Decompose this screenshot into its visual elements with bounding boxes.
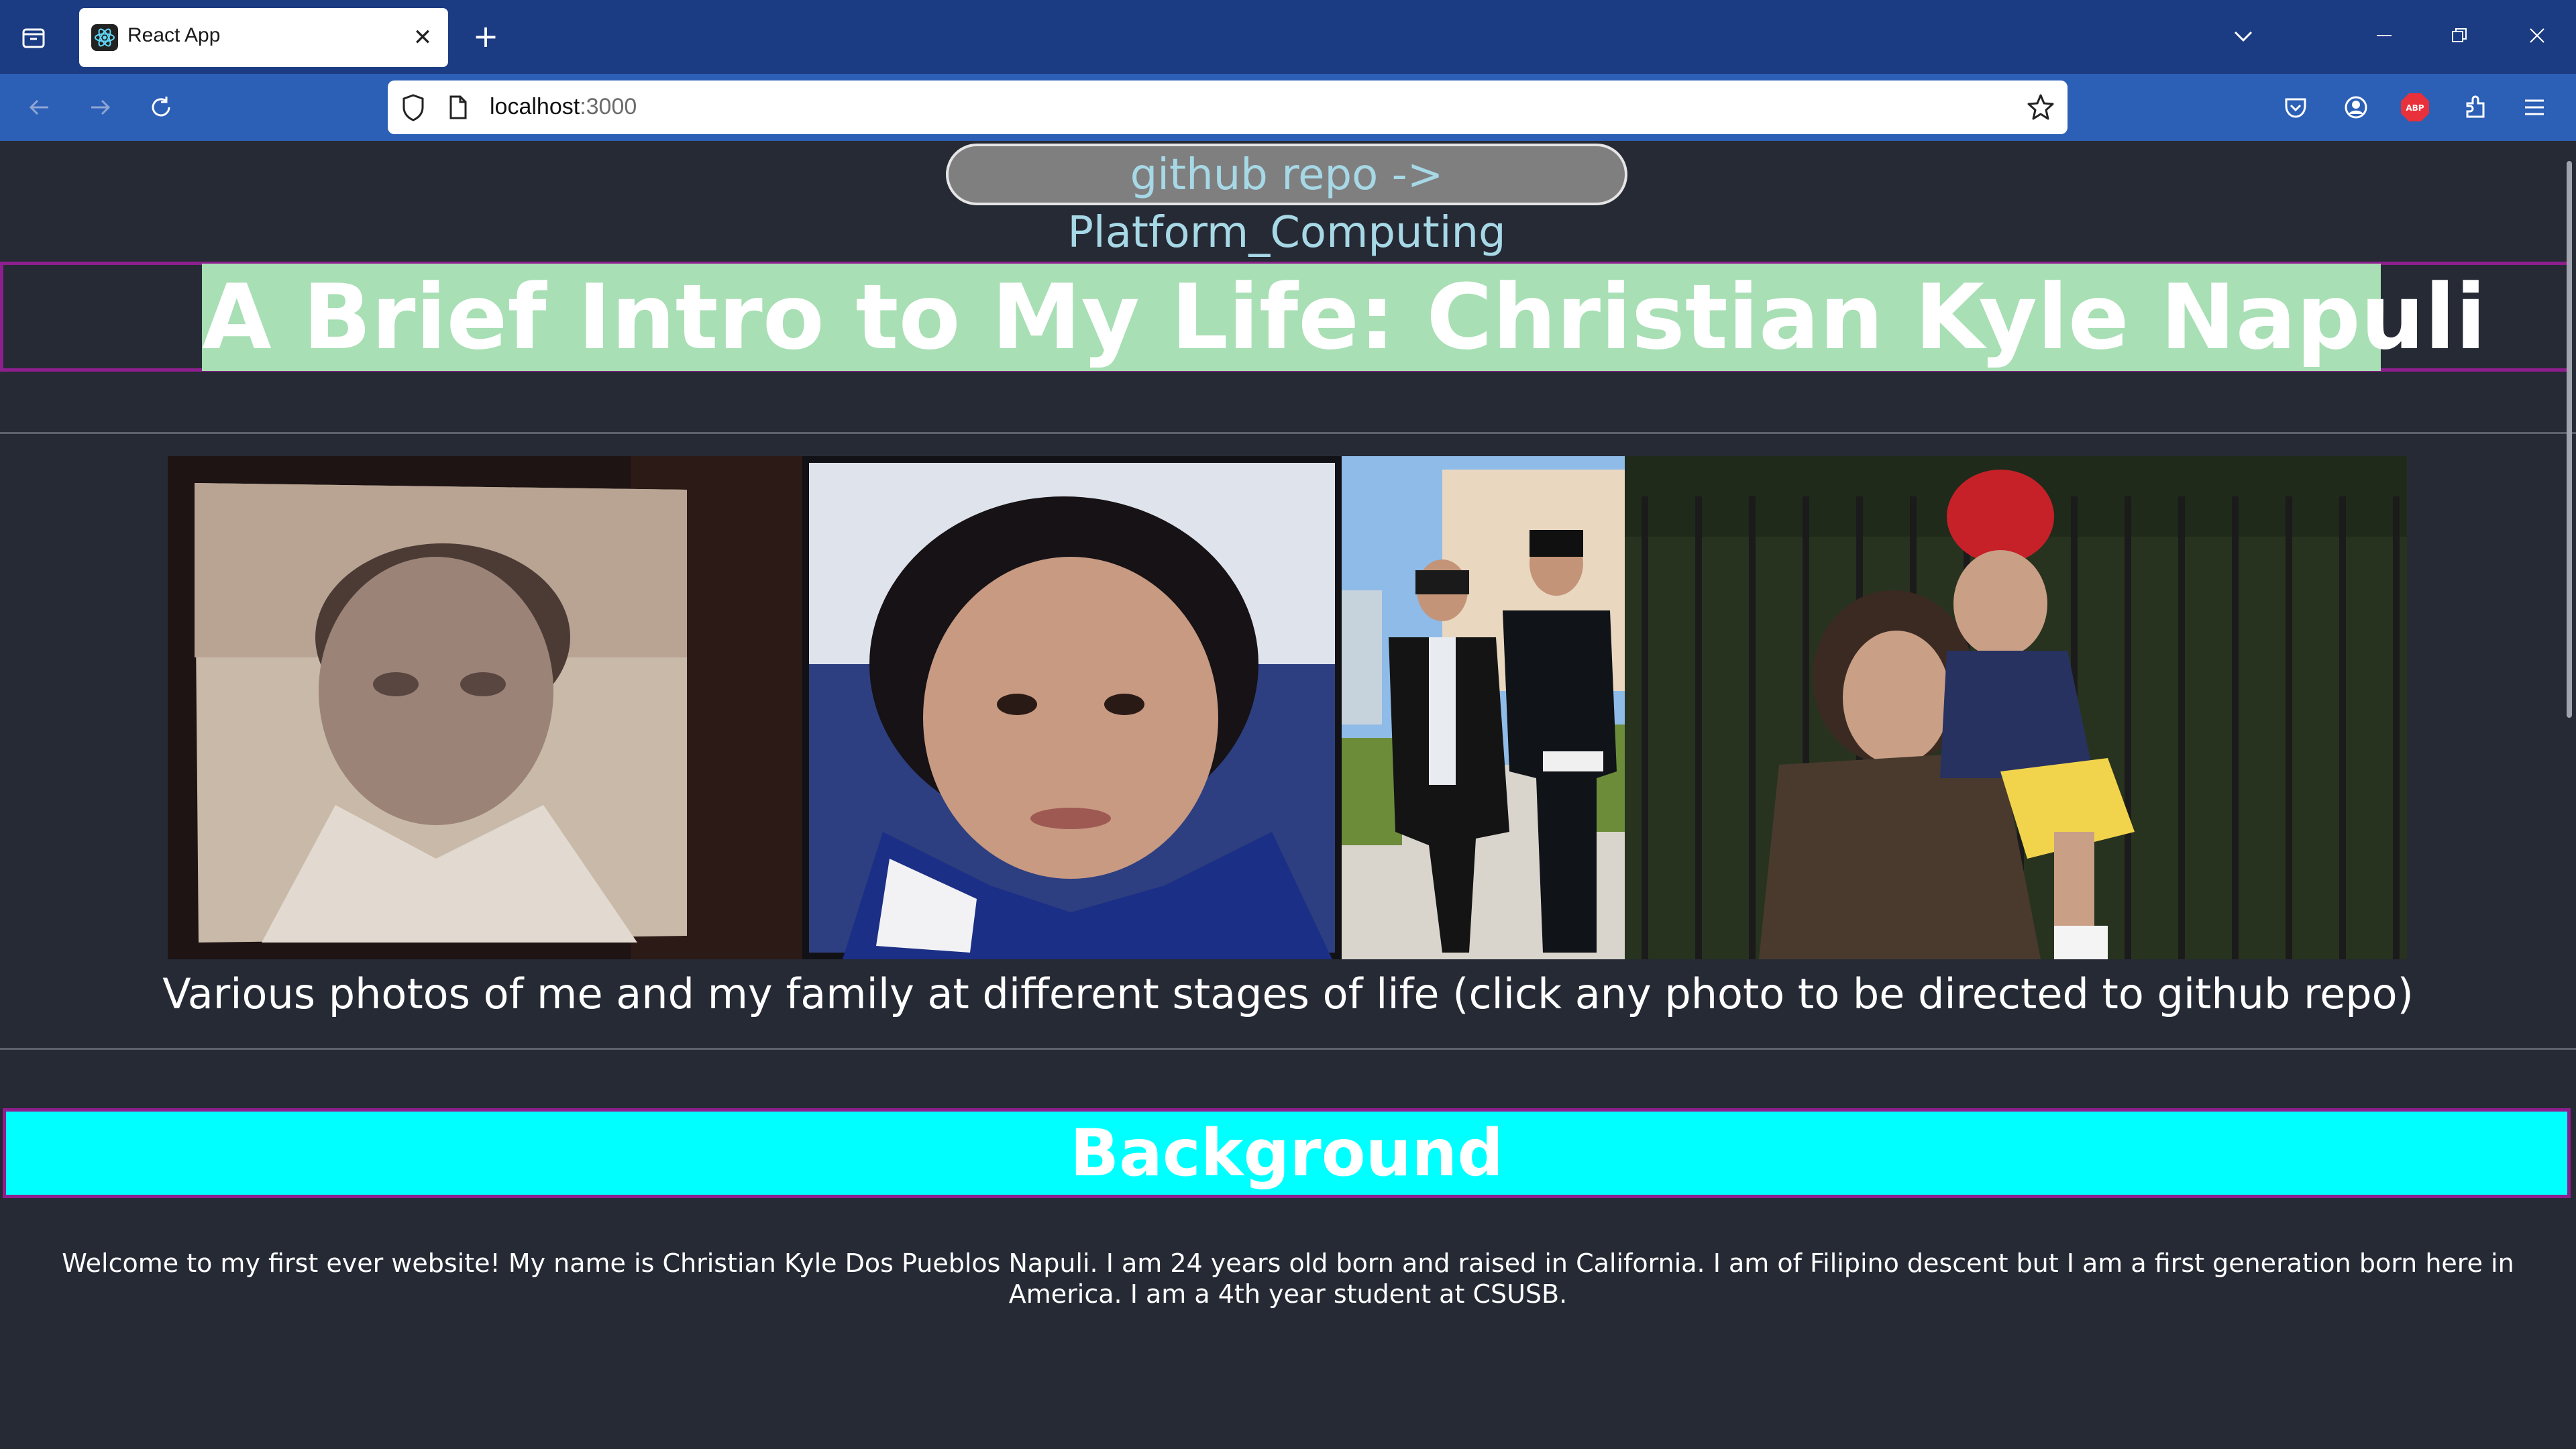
forward-arrow-icon[interactable]: [82, 89, 119, 126]
photo-childhood-sepia[interactable]: [168, 456, 802, 959]
tab-title: React App: [127, 24, 221, 46]
title-banner: A Brief Intro to My Life: Christian Kyle…: [0, 262, 2571, 372]
photo-strip: N: [168, 456, 2407, 959]
page-content: github repo -> Platform_Computing A Brie…: [0, 141, 2576, 1449]
chevron-down-icon[interactable]: [2224, 17, 2262, 55]
minimize-icon[interactable]: [2357, 12, 2411, 59]
new-tab-button[interactable]: +: [467, 17, 504, 55]
background-heading: Background: [3, 1108, 2571, 1198]
svg-text:ABP: ABP: [2406, 103, 2424, 113]
photo-toddler-portrait[interactable]: [802, 456, 1342, 959]
reload-icon[interactable]: [142, 89, 180, 126]
photo-caption: Various photos of me and my family at di…: [162, 969, 2414, 1018]
photo-mother-and-child[interactable]: N: [1625, 456, 2407, 959]
navigation-bar: localhost:3000 ABP: [0, 74, 2576, 141]
tab-bar: React App ✕ +: [0, 0, 2576, 74]
page-title: A Brief Intro to My Life: Christian Kyle…: [202, 264, 2487, 371]
tab-list-icon[interactable]: [15, 19, 52, 56]
menu-icon[interactable]: [2517, 90, 2552, 125]
divider: [0, 432, 2576, 434]
photo-two-men-walking[interactable]: [1342, 456, 1625, 959]
react-favicon-icon: [91, 24, 118, 51]
restore-icon[interactable]: [2432, 12, 2486, 59]
shield-icon[interactable]: [400, 93, 427, 125]
account-icon[interactable]: [2339, 90, 2373, 125]
github-repo-button[interactable]: github repo -> Platform_Computing: [946, 144, 1627, 258]
star-icon[interactable]: [2026, 93, 2055, 125]
divider: [0, 1048, 2576, 1050]
close-icon[interactable]: ✕: [408, 23, 437, 52]
adblock-icon[interactable]: ABP: [2398, 90, 2432, 125]
background-paragraph: Welcome to my first ever website! My nam…: [62, 1248, 2514, 1309]
scrollbar[interactable]: [2567, 161, 2572, 718]
url-bar[interactable]: localhost:3000: [388, 80, 2068, 134]
back-arrow-icon[interactable]: [20, 89, 58, 126]
url-text[interactable]: localhost:3000: [490, 94, 637, 120]
extensions-icon[interactable]: [2458, 90, 2493, 125]
page-icon: [445, 94, 470, 123]
pocket-icon[interactable]: [2278, 90, 2313, 125]
close-window-icon[interactable]: [2510, 12, 2564, 59]
browser-tab[interactable]: React App ✕: [79, 8, 448, 67]
